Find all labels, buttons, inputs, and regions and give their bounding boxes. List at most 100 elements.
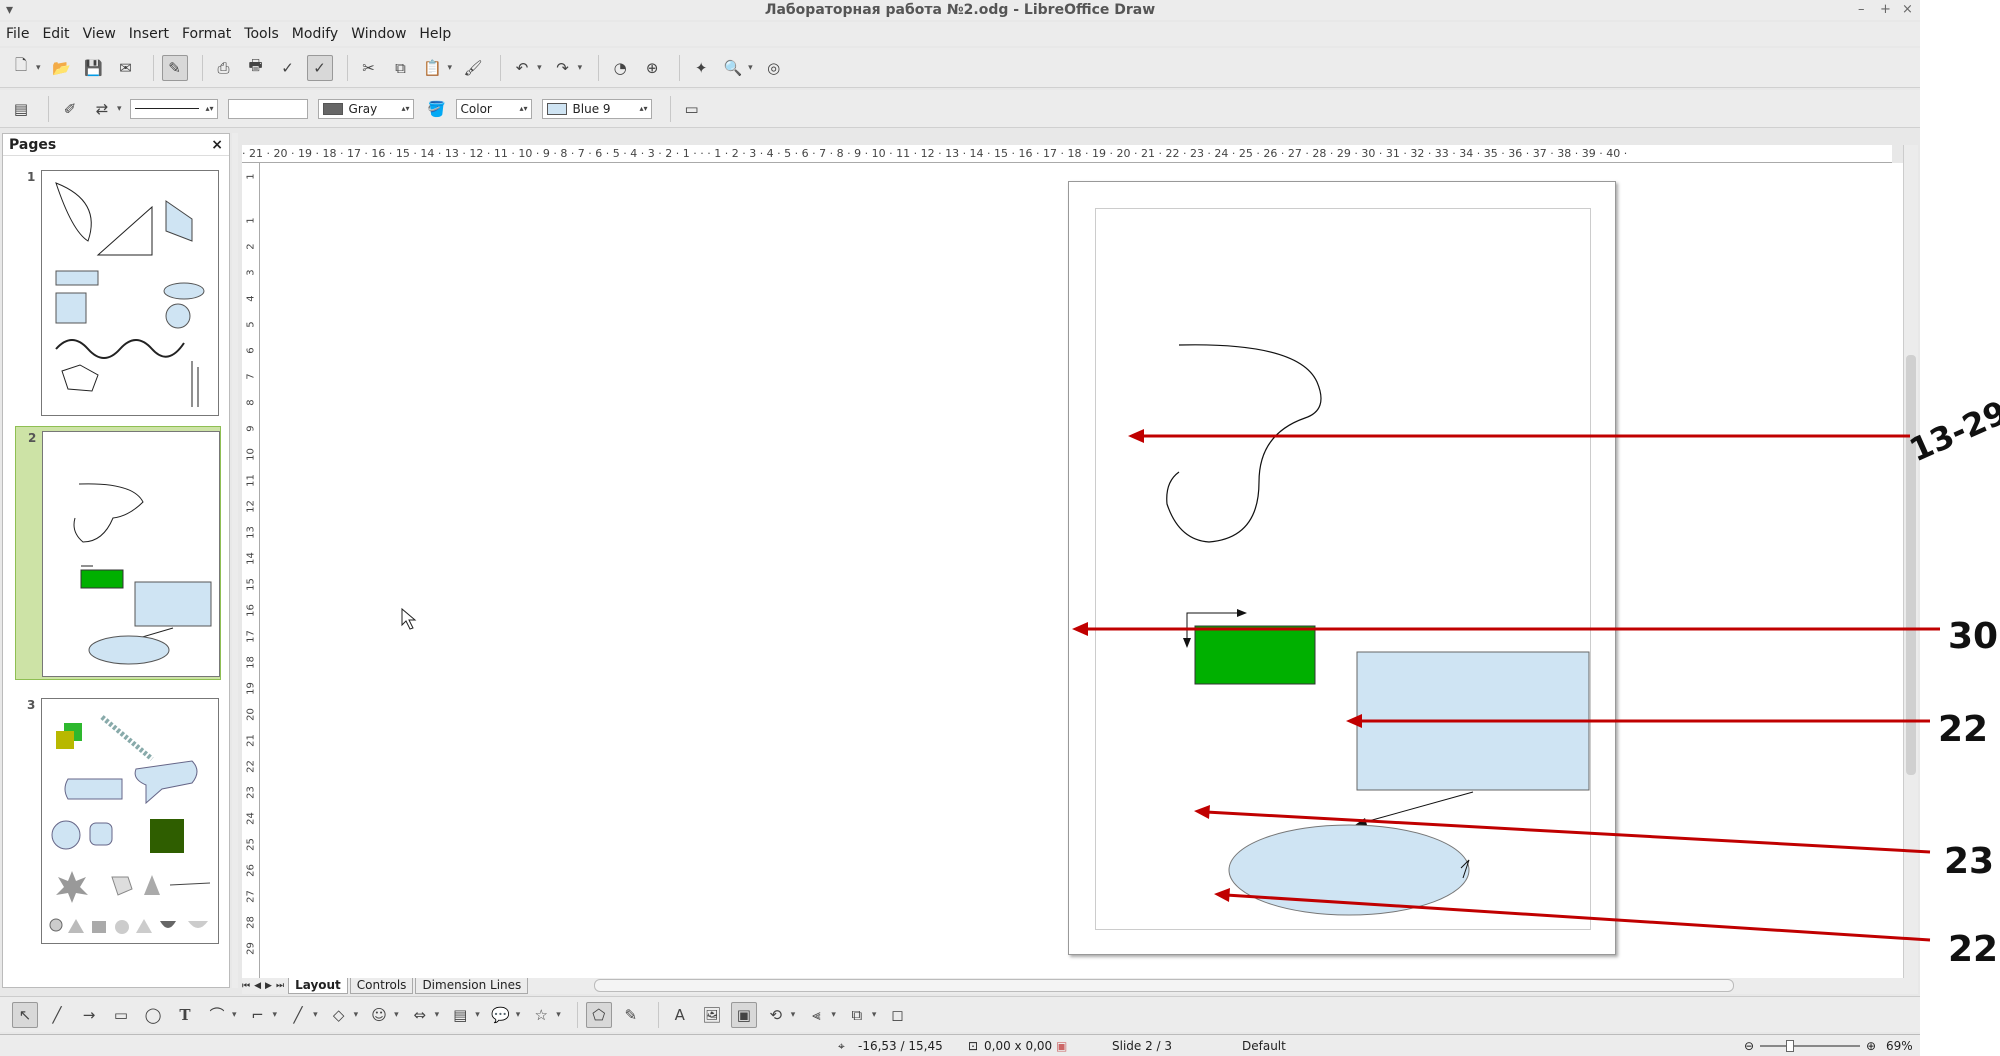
- menu-edit[interactable]: Edit: [42, 26, 69, 42]
- arrow-style-icon[interactable]: ⇄: [89, 96, 115, 122]
- vertical-scrollbar[interactable]: [1903, 145, 1918, 978]
- redo-dropdown-icon[interactable]: ▾: [578, 63, 583, 73]
- vertical-ruler[interactable]: 1 1 2 3 4 5 6 7 8 9 10 11 12 13 14 15 16…: [242, 163, 260, 978]
- menu-window[interactable]: Window: [351, 26, 406, 42]
- undo-icon[interactable]: ↶: [509, 55, 535, 81]
- tab-controls[interactable]: Controls: [349, 978, 414, 994]
- lines-dropdown-icon[interactable]: ▾: [313, 1010, 318, 1020]
- menu-insert[interactable]: Insert: [129, 26, 169, 42]
- close-icon[interactable]: ×: [1902, 0, 1913, 20]
- drawing-canvas[interactable]: [260, 163, 1903, 978]
- zoom-out-icon[interactable]: ⊖: [1744, 1039, 1754, 1053]
- zoom-in-icon[interactable]: ⊕: [1866, 1039, 1876, 1053]
- modified-icon[interactable]: ▣: [1056, 1039, 1067, 1053]
- callouts-icon[interactable]: 💬: [488, 1002, 514, 1028]
- zoom-level[interactable]: 69%: [1886, 1039, 1913, 1053]
- spellcheck-icon[interactable]: ✓: [275, 55, 301, 81]
- export-pdf-icon[interactable]: ⎙: [211, 55, 237, 81]
- save-icon[interactable]: 💾: [81, 55, 107, 81]
- undo-dropdown-icon[interactable]: ▾: [537, 63, 542, 73]
- styles-icon[interactable]: ▤: [8, 96, 34, 122]
- cut-icon[interactable]: ✂: [356, 55, 382, 81]
- connector-dropdown-icon[interactable]: ▾: [273, 1010, 278, 1020]
- new-dropdown-icon[interactable]: ▾: [36, 63, 41, 73]
- green-rectangle[interactable]: [1194, 625, 1316, 685]
- block-arrows-icon[interactable]: ⇔: [407, 1002, 433, 1028]
- block-arrows-dropdown-icon[interactable]: ▾: [435, 1010, 440, 1020]
- clone-formatting-icon[interactable]: 🖌: [460, 55, 486, 81]
- menu-view[interactable]: View: [83, 26, 116, 42]
- insert-image-icon[interactable]: 🖼: [699, 1002, 725, 1028]
- select-icon[interactable]: ↖: [12, 1001, 38, 1028]
- gluepoints-icon[interactable]: ✎: [618, 1002, 644, 1028]
- symbol-dropdown-icon[interactable]: ▾: [394, 1010, 399, 1020]
- zoom-slider[interactable]: [1760, 1045, 1860, 1047]
- line-style-select[interactable]: ▴▾: [129, 98, 218, 119]
- copy-icon[interactable]: ⧉: [388, 55, 414, 81]
- menu-format[interactable]: Format: [182, 26, 231, 42]
- zoom-dropdown-icon[interactable]: ▾: [748, 63, 753, 73]
- arrow-line[interactable]: [1364, 791, 1474, 823]
- flowchart-dropdown-icon[interactable]: ▾: [475, 1010, 480, 1020]
- curve-icon[interactable]: ⌒: [204, 1002, 230, 1028]
- new-document-icon[interactable]: 🗋: [8, 55, 34, 81]
- open-icon[interactable]: 📂: [49, 55, 75, 81]
- arrange-icon[interactable]: ⧉: [844, 1002, 870, 1028]
- menu-file[interactable]: File: [6, 26, 29, 42]
- blue-ellipse[interactable]: [1228, 824, 1470, 916]
- transformations-icon[interactable]: ⟲: [763, 1002, 789, 1028]
- arrow-line-icon[interactable]: →: [76, 1002, 102, 1028]
- lines-arrows-icon[interactable]: ╱: [285, 1002, 311, 1028]
- edit-mode-icon[interactable]: ✎: [161, 54, 188, 81]
- menu-modify[interactable]: Modify: [292, 26, 338, 42]
- area-style-select[interactable]: Color ▴▾: [455, 98, 532, 119]
- minimize-icon[interactable]: –: [1858, 0, 1865, 20]
- prev-tab-icon[interactable]: ◀: [254, 981, 261, 991]
- line-icon[interactable]: ✐: [57, 96, 83, 122]
- basic-shapes-dropdown-icon[interactable]: ▾: [354, 1010, 359, 1020]
- points-icon[interactable]: ✦: [688, 55, 714, 81]
- ellipse-icon[interactable]: ◯: [140, 1002, 166, 1028]
- zoom-icon[interactable]: 🔍: [720, 55, 746, 81]
- menu-help[interactable]: Help: [419, 26, 451, 42]
- next-tab-icon[interactable]: ▶: [265, 981, 272, 991]
- slide-thumbnail-2[interactable]: 2: [15, 426, 221, 680]
- stars-dropdown-icon[interactable]: ▾: [556, 1010, 561, 1020]
- paste-icon[interactable]: 📋: [420, 55, 446, 81]
- horizontal-scrollbar[interactable]: [594, 979, 1734, 992]
- pages-panel-close-icon[interactable]: ×: [211, 137, 223, 153]
- email-icon[interactable]: ✉: [113, 55, 139, 81]
- fontwork-icon[interactable]: A: [667, 1002, 693, 1028]
- arrange-dropdown-icon[interactable]: ▾: [872, 1010, 877, 1020]
- basic-shapes-icon[interactable]: ◇: [326, 1002, 352, 1028]
- bezier-curve[interactable]: [1166, 344, 1322, 543]
- horizontal-ruler[interactable]: · 21 · 20 · 19 · 18 · 17 · 16 · 15 · 14 …: [242, 145, 1892, 163]
- toggle-extrusion-icon[interactable]: ◻: [884, 1002, 910, 1028]
- callouts-dropdown-icon[interactable]: ▾: [516, 1010, 521, 1020]
- tab-layout[interactable]: Layout: [288, 978, 348, 994]
- align-icon[interactable]: ⫷: [803, 1002, 829, 1028]
- edit-points-icon[interactable]: ⬠: [585, 1001, 612, 1028]
- print-icon[interactable]: 🖶: [243, 55, 269, 81]
- tab-dimension-lines[interactable]: Dimension Lines: [415, 978, 529, 994]
- area-color-select[interactable]: Blue 9 ▴▾: [541, 98, 652, 119]
- line-color-select[interactable]: Gray ▴▾: [317, 98, 414, 119]
- slide-thumbnail-3[interactable]: 3: [15, 694, 221, 948]
- paste-dropdown-icon[interactable]: ▾: [448, 63, 453, 73]
- transform-dropdown-icon[interactable]: ▾: [791, 1010, 796, 1020]
- stars-icon[interactable]: ☆: [528, 1002, 554, 1028]
- line-tool-icon[interactable]: ╱: [44, 1002, 70, 1028]
- extrusion-icon[interactable]: ▣: [730, 1001, 757, 1028]
- panel-splitter[interactable]: [232, 133, 238, 988]
- flowchart-icon[interactable]: ▤: [447, 1002, 473, 1028]
- redo-icon[interactable]: ↷: [550, 55, 576, 81]
- curve-dropdown-icon[interactable]: ▾: [232, 1010, 237, 1020]
- blue-rectangle[interactable]: [1356, 651, 1590, 791]
- slide-thumbnail-1[interactable]: 1: [15, 166, 221, 420]
- autospellcheck-icon[interactable]: ✓: [306, 54, 333, 81]
- navigator-icon[interactable]: ⊕: [639, 55, 665, 81]
- chart-icon[interactable]: ◔: [607, 55, 633, 81]
- text-icon[interactable]: T: [172, 1002, 198, 1028]
- area-icon[interactable]: 🪣: [424, 96, 450, 122]
- maximize-icon[interactable]: +: [1880, 0, 1891, 20]
